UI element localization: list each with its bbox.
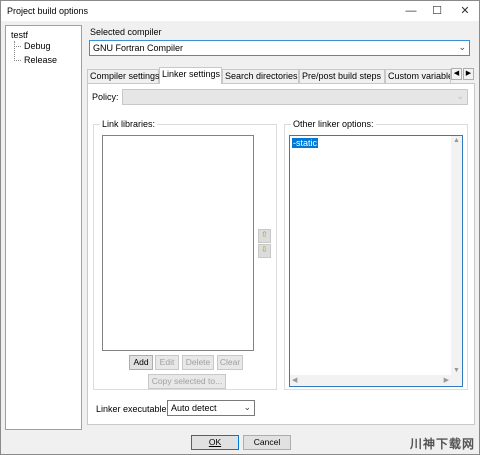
tab-compiler-settings[interactable]: Compiler settings	[87, 69, 160, 83]
tree-item-project[interactable]: testf	[11, 30, 28, 40]
close-button[interactable]: ✕	[451, 1, 479, 21]
project-build-options-window: Project build options — ☐ ✕ testf Debug …	[0, 0, 480, 455]
scroll-right-icon[interactable]: ▶	[444, 376, 449, 384]
delete-library-button[interactable]: Delete	[182, 355, 214, 370]
linker-options-text: -static	[292, 138, 319, 148]
other-linker-options-title: Other linker options:	[291, 119, 376, 129]
link-libraries-group: Link libraries: Add Edit Delete Clear Co…	[93, 119, 277, 390]
vertical-scrollbar[interactable]: ▲ ▼	[451, 136, 462, 386]
edit-library-button[interactable]: Edit	[155, 355, 179, 370]
clear-libraries-button[interactable]: Clear	[217, 355, 243, 370]
tree-connector	[14, 46, 21, 47]
watermark-text: 川神下载网	[409, 437, 475, 451]
linker-settings-panel: Policy: ⌄ Link libraries: Add Edit Delet…	[87, 83, 475, 425]
scroll-down-icon[interactable]: ▼	[453, 367, 460, 374]
ok-button[interactable]: OK	[191, 435, 239, 450]
linker-executable-value: Auto detect	[171, 403, 217, 413]
minimize-button[interactable]: —	[397, 1, 425, 21]
add-library-button[interactable]: Add	[129, 355, 153, 370]
chevron-down-icon: ⌄	[243, 402, 251, 412]
tree-connector	[14, 41, 15, 61]
tree-item-release[interactable]: Release	[24, 55, 57, 65]
maximize-button[interactable]: ☐	[423, 1, 451, 21]
other-linker-options-group: Other linker options: -static ▲ ▼ ◀ ▶	[284, 119, 468, 390]
copy-selected-button[interactable]: Copy selected to...	[148, 374, 226, 389]
scroll-left-icon[interactable]: ◀	[292, 376, 297, 384]
cancel-button[interactable]: Cancel	[243, 435, 291, 450]
tree-item-debug[interactable]: Debug	[24, 41, 51, 51]
linker-executable-select[interactable]: Auto detect ⌄	[167, 400, 255, 416]
tree-connector	[14, 60, 21, 61]
tab-custom-variables[interactable]: Custom variable	[385, 69, 451, 83]
selected-compiler-label: Selected compiler	[90, 27, 162, 37]
move-up-icon[interactable]: ⇧	[258, 229, 271, 243]
linker-executable-label: Linker executable:	[96, 404, 170, 414]
link-libraries-list[interactable]	[102, 135, 254, 351]
chevron-down-icon: ⌄	[458, 42, 466, 52]
policy-label: Policy:	[92, 92, 119, 102]
link-libraries-title: Link libraries:	[100, 119, 158, 129]
window-title: Project build options	[7, 6, 89, 16]
title-bar: Project build options — ☐ ✕	[1, 1, 479, 21]
tab-scroll-right-icon[interactable]: ▶	[463, 68, 474, 80]
compiler-select-value: GNU Fortran Compiler	[93, 43, 184, 53]
build-target-tree[interactable]: testf Debug Release	[5, 25, 82, 430]
move-down-icon[interactable]: ⇩	[258, 244, 271, 258]
chevron-down-icon: ⌄	[456, 91, 464, 101]
settings-tabs: Compiler settings Linker settings Search…	[87, 67, 475, 84]
policy-select[interactable]: ⌄	[122, 89, 468, 105]
tab-pre-post-build-steps[interactable]: Pre/post build steps	[299, 69, 385, 83]
tab-search-directories[interactable]: Search directories	[222, 69, 299, 83]
scroll-up-icon[interactable]: ▲	[453, 137, 460, 144]
compiler-select[interactable]: GNU Fortran Compiler ⌄	[89, 40, 470, 56]
other-linker-options-textarea[interactable]: -static ▲ ▼ ◀ ▶	[289, 135, 463, 387]
tab-linker-settings[interactable]: Linker settings	[159, 67, 222, 84]
tab-scroll-left-icon[interactable]: ◀	[451, 68, 462, 80]
horizontal-scrollbar[interactable]: ◀ ▶	[290, 375, 451, 386]
